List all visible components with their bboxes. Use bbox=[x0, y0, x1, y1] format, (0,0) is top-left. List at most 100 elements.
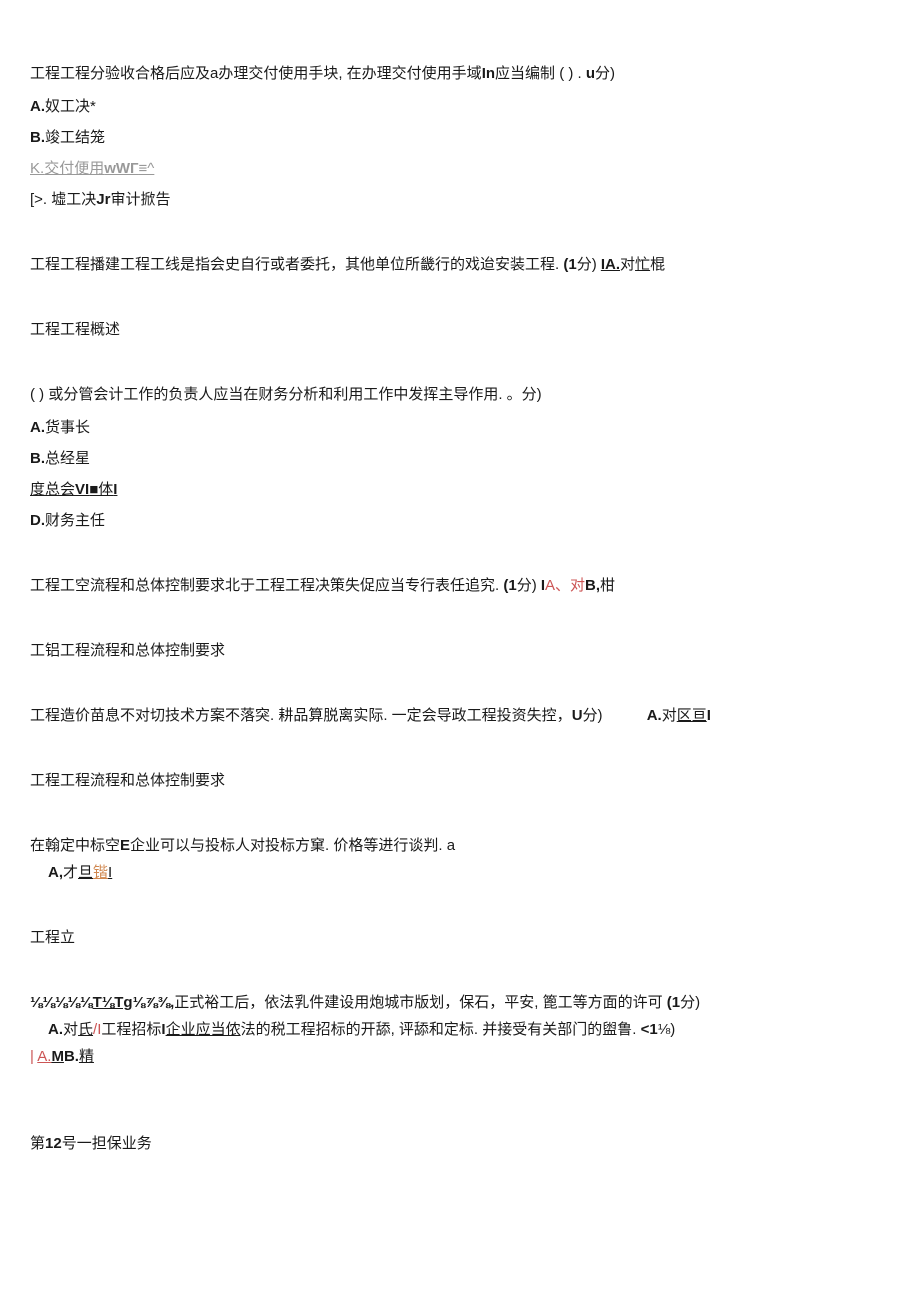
q1-text-pre: 工程工程分验收合格后应及a办理交付使用手块, 在办理交付使用手域 bbox=[30, 65, 482, 82]
q5-text: 工程造价苗息不对切技术方案不落突. 耕品算脱离实际. 一定会导政工程投资失控， bbox=[30, 707, 572, 724]
q2-ans-underline: 忙 bbox=[635, 256, 650, 273]
q7-l2-underline1: 氏 bbox=[78, 1021, 93, 1038]
q3-option-a: A.货事长 bbox=[30, 414, 890, 441]
q5-ans-bold: A. bbox=[647, 707, 662, 724]
q1-optK-text: 交付便用 bbox=[44, 160, 104, 177]
q7-l1-score-text: 分) bbox=[680, 994, 700, 1011]
q1-text-mid: 应当编制 ( ) . bbox=[495, 65, 586, 82]
q3-optC-bold2: I bbox=[113, 481, 117, 498]
question-1: 工程工程分验收合格后应及a办理交付使用手块, 在办理交付使用手域In应当编制 (… bbox=[30, 60, 890, 213]
q1-bold2: u bbox=[586, 65, 595, 82]
q6-header: 工程工程流程和总体控制要求 bbox=[30, 772, 225, 789]
question-6: 在翰定中标空E企业可以与投标人对投标方窠. 价格等进行谈判. a A,才旦锴I bbox=[30, 832, 890, 886]
q1-option-b: B.竣工结笼 bbox=[30, 124, 890, 151]
q6-ans-bold: A, bbox=[48, 864, 63, 881]
q1-option-k: K.交付便用wWГ≡^ bbox=[30, 155, 890, 182]
q8-header-pre: 第 bbox=[30, 1135, 45, 1152]
q6-text-bold: E bbox=[120, 837, 130, 854]
q3-question: ( ) 或分管会计工作的负责人应当在财务分析和利用工作中发挥主导作用. 。分) bbox=[30, 381, 890, 408]
section-header-6: 工程工程流程和总体控制要求 bbox=[30, 767, 890, 794]
q7-l1-underline: T⅛Tg bbox=[93, 994, 133, 1011]
q1-optD-pre: [>. 墟工决 bbox=[30, 191, 96, 208]
q7-l2-underline2: 企业应当侬 bbox=[166, 1021, 241, 1038]
q7-l3-underline1: A. bbox=[37, 1048, 51, 1065]
q5-score-text: 分) bbox=[583, 707, 603, 724]
q3-optC-pre: 度总会 bbox=[30, 481, 75, 498]
q4-text: 工程工空流程和总体控制要求北于工程工程决策失促应当专行表任追究. bbox=[30, 577, 503, 594]
q7-l3-bold: M bbox=[51, 1048, 64, 1065]
q3-optC-mid: ■体 bbox=[89, 481, 113, 498]
q7-l1-text: 正式裕工后，依法乳件建设用炮城市版划，保石，平安, 篦工等方面的许可 bbox=[174, 994, 667, 1011]
q2-ans-bold: IA. bbox=[601, 256, 620, 273]
q1-optD-bold: Jr bbox=[96, 191, 110, 208]
q1-option-a: A.奴工决* bbox=[30, 93, 890, 120]
q7-l1-bold: ⅛⅞⅜, bbox=[133, 994, 175, 1011]
q5-ans-end: I bbox=[707, 707, 711, 724]
q4-ans-bold: B, bbox=[585, 577, 600, 594]
q3-option-c: 度总会VI■体I bbox=[30, 476, 890, 503]
section-header-3: 工程工程概述 bbox=[30, 316, 890, 343]
q5-ans-text: 对 bbox=[662, 707, 677, 724]
q2-text: 工程工程播建工程工线是指会史自行或者委托，其他单位所畿行的戏迨安装工程. bbox=[30, 256, 563, 273]
question-4: 工程工空流程和总体控制要求北于工程工程决策失促应当专行表任追究. (1分) IA… bbox=[30, 572, 890, 599]
q3-optD-text: 财务主任 bbox=[45, 512, 105, 529]
q7-l1-pre: ⅛⅛⅛⅛⅛ bbox=[30, 994, 93, 1011]
q8-header-bold: 12 bbox=[45, 1135, 62, 1152]
q6-answer: A,才旦锴I bbox=[30, 859, 890, 886]
q7-l3-text: B. bbox=[64, 1048, 79, 1065]
q6-text-end: 企业可以与投标人对投标方窠. 价格等进行谈判. a bbox=[130, 837, 455, 854]
q5-header: 工铝工程流程和总体控制要求 bbox=[30, 642, 225, 659]
question-5: 工程造价苗息不对切技术方案不落突. 耕品算脱离实际. 一定会导政工程投资失控，U… bbox=[30, 702, 890, 729]
q1-optD-end: 审计掀告 bbox=[110, 191, 170, 208]
q1-optK-pre: K. bbox=[30, 160, 44, 177]
q6-ans-text: 才 bbox=[63, 864, 78, 881]
q1-bold1: In bbox=[482, 65, 495, 82]
q6-ans-orange: 锴 bbox=[93, 864, 108, 881]
q3-optA-text: 货事长 bbox=[45, 419, 90, 436]
q8-header-text: 号一担保业务 bbox=[62, 1135, 152, 1152]
q3-header: 工程工程概述 bbox=[30, 321, 120, 338]
q7-line2: A.对氏/I工程招标I企业应当侬法的税工程招标的开舔, 评舔和定标. 并接受有关… bbox=[30, 1016, 890, 1043]
section-header-5: 工铝工程流程和总体控制要求 bbox=[30, 637, 890, 664]
q7-l2-text1: 对 bbox=[63, 1021, 78, 1038]
q1-optK-end: ≡^ bbox=[139, 160, 155, 177]
q1-optB-text: 竣工结笼 bbox=[45, 129, 105, 146]
q7-header: 工程立 bbox=[30, 929, 75, 946]
question-1-text: 工程工程分验收合格后应及a办理交付使用手块, 在办理交付使用手域In应当编制 (… bbox=[30, 60, 890, 87]
q3-optD-label: D. bbox=[30, 512, 45, 529]
q2-score-bold: (1 bbox=[563, 256, 576, 273]
q7-l2-text2: 工程招标 bbox=[101, 1021, 161, 1038]
q7-line1: ⅛⅛⅛⅛⅛T⅛Tg⅛⅞⅜,正式裕工后，依法乳件建设用炮城市版划，保石，平安, 篦… bbox=[30, 989, 890, 1016]
question-3: ( ) 或分管会计工作的负责人应当在财务分析和利用工作中发挥主导作用. 。分) … bbox=[30, 381, 890, 534]
q7-l2-score: <1 bbox=[641, 1021, 658, 1038]
q3-optA-label: A. bbox=[30, 419, 45, 436]
q5-score-bold: U bbox=[572, 707, 583, 724]
q1-optB-label: B. bbox=[30, 129, 45, 146]
q2-ans-text: 对 bbox=[620, 256, 635, 273]
q6-text-pre: 在翰定中标空 bbox=[30, 837, 120, 854]
q1-optA-label: A. bbox=[30, 98, 45, 115]
q7-l2-bold1: A. bbox=[48, 1021, 63, 1038]
q6-line1: 在翰定中标空E企业可以与投标人对投标方窠. 价格等进行谈判. a bbox=[30, 832, 890, 859]
q7-l3-underline2: 精 bbox=[79, 1048, 94, 1065]
q7-l1-score: (1 bbox=[667, 994, 680, 1011]
q3-option-b: B.总经星 bbox=[30, 445, 890, 472]
q6-ans-underline: 旦 bbox=[78, 864, 93, 881]
q3-optC-bold1: VI bbox=[75, 481, 89, 498]
q5-answer: A.对区亘I bbox=[647, 707, 711, 724]
q3-optB-label: B. bbox=[30, 450, 45, 467]
section-header-8: 第12号一担保业务 bbox=[30, 1130, 890, 1157]
q1-option-d: [>. 墟工决Jr审计掀告 bbox=[30, 186, 890, 213]
q4-score-bold: (1 bbox=[503, 577, 516, 594]
q2-score-text: 分) bbox=[577, 256, 597, 273]
q3-optB-text: 总经星 bbox=[45, 450, 90, 467]
q4-score-text: 分) bbox=[517, 577, 537, 594]
q5-ans-underline: 区亘 bbox=[677, 707, 707, 724]
q2-ans-end: 棍 bbox=[650, 256, 665, 273]
question-7: ⅛⅛⅛⅛⅛T⅛Tg⅛⅞⅜,正式裕工后，依法乳件建设用炮城市版划，保石，平安, 篦… bbox=[30, 989, 890, 1070]
q7-l2-text3: 法的税工程招标的开舔, 评舔和定标. 并接受有关部门的盥鲁. bbox=[241, 1021, 641, 1038]
q1-optA-text: 奴工决* bbox=[45, 98, 96, 115]
question-2: 工程工程播建工程工线是指会史自行或者委托，其他单位所畿行的戏迨安装工程. (1分… bbox=[30, 251, 890, 278]
q7-l2-score-text: ⅛) bbox=[658, 1021, 676, 1038]
section-header-7: 工程立 bbox=[30, 924, 890, 951]
